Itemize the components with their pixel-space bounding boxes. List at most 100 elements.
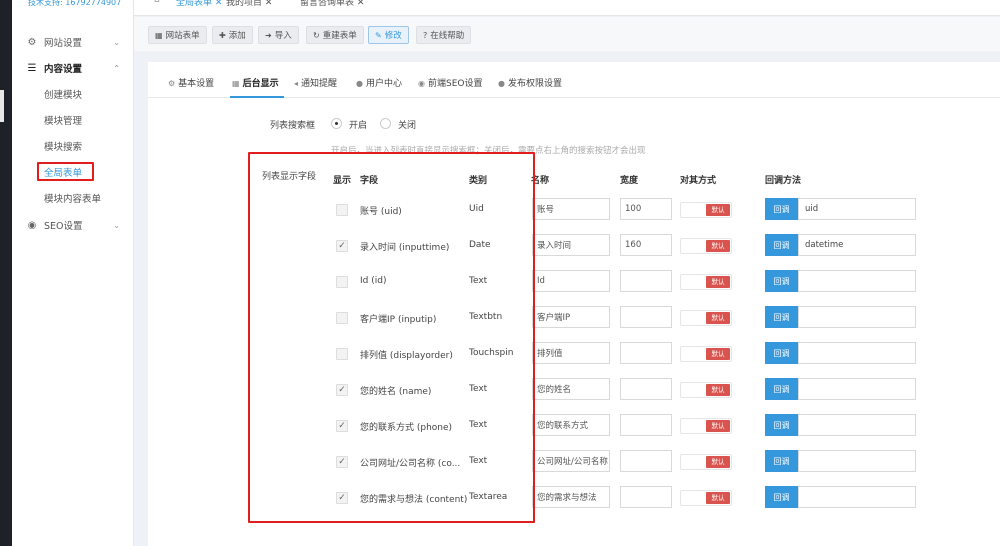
width-input[interactable] bbox=[620, 414, 672, 436]
table-row: 排列值 (displayorder) Touchspin 排列值 默认 回调 bbox=[148, 336, 1000, 372]
align-toggle[interactable]: 默认 bbox=[680, 382, 732, 398]
callback-input[interactable] bbox=[798, 306, 916, 328]
field-type: Textarea bbox=[469, 492, 508, 502]
align-toggle[interactable]: 默认 bbox=[680, 238, 732, 254]
display-name-input[interactable]: 您的姓名 bbox=[532, 378, 610, 400]
width-input[interactable] bbox=[620, 378, 672, 400]
show-checkbox[interactable]: ✓ bbox=[336, 384, 348, 396]
show-checkbox[interactable] bbox=[336, 204, 348, 216]
tab-message-form[interactable]: 留言咨询单表 ✕ bbox=[300, 0, 364, 8]
align-toggle[interactable]: 默认 bbox=[680, 310, 732, 326]
display-name-input[interactable]: Id bbox=[532, 270, 610, 292]
callback-input[interactable] bbox=[798, 378, 916, 400]
align-toggle[interactable]: 默认 bbox=[680, 490, 732, 506]
callback-input[interactable] bbox=[798, 342, 916, 364]
callback-button[interactable]: 回调 bbox=[765, 486, 798, 508]
sidebar-item-module-search[interactable]: 模块搜索 bbox=[44, 139, 82, 153]
tab-frontend-seo[interactable]: ◉ 前端SEO设置 bbox=[418, 76, 482, 89]
rail-marker bbox=[0, 90, 4, 122]
header-show: 显示 bbox=[333, 176, 352, 186]
help-icon: ? bbox=[423, 30, 428, 40]
header-align: 对其方式 bbox=[680, 176, 717, 186]
align-toggle[interactable]: 默认 bbox=[680, 346, 732, 362]
edit-button[interactable]: ✎ 修改 bbox=[368, 26, 409, 44]
align-toggle[interactable]: 默认 bbox=[680, 418, 732, 434]
list-fields-label: 列表显示字段 bbox=[262, 172, 317, 182]
import-button[interactable]: ➜ 导入 bbox=[258, 26, 299, 44]
width-input[interactable] bbox=[620, 450, 672, 472]
width-input[interactable]: 160 bbox=[620, 234, 672, 256]
display-name-input[interactable]: 您的联系方式 bbox=[532, 414, 610, 436]
display-name-input[interactable]: 客户端IP bbox=[532, 306, 610, 328]
field-type: Text bbox=[469, 456, 488, 466]
callback-button[interactable]: 回调 bbox=[765, 414, 798, 436]
tab-notifications[interactable]: ◂ 通知提醒 bbox=[294, 76, 337, 89]
callback-input[interactable] bbox=[798, 486, 916, 508]
tab-publish-permission[interactable]: ● 发布权限设置 bbox=[498, 76, 562, 89]
callback-button[interactable]: 回调 bbox=[765, 306, 798, 328]
field-name: Id (id) bbox=[360, 276, 387, 286]
sidebar-group-seo-settings[interactable]: ◉ SEO设置 ⌄ bbox=[12, 213, 134, 237]
tab-user-center[interactable]: ● 用户中心 bbox=[356, 76, 402, 89]
plus-icon: ✚ bbox=[219, 30, 226, 40]
display-name-input[interactable]: 排列值 bbox=[532, 342, 610, 364]
header-type: 类别 bbox=[469, 176, 488, 186]
tab-basic-settings[interactable]: ⚙ 基本设置 bbox=[168, 76, 214, 89]
show-checkbox[interactable]: ✓ bbox=[336, 492, 348, 504]
online-help-button[interactable]: ? 在线帮助 bbox=[416, 26, 472, 44]
callback-button[interactable]: 回调 bbox=[765, 270, 798, 292]
callback-input[interactable] bbox=[798, 270, 916, 292]
display-name-input[interactable]: 公司网址/公司名称 bbox=[532, 450, 610, 472]
app-rail bbox=[0, 0, 12, 546]
display-name-input[interactable]: 录入时间 bbox=[532, 234, 610, 256]
callback-button[interactable]: 回调 bbox=[765, 198, 798, 220]
rebuild-form-button[interactable]: ↻ 重建表单 bbox=[306, 26, 364, 44]
support-text: 技术支持: 16792774907 bbox=[28, 0, 122, 7]
width-input[interactable] bbox=[620, 486, 672, 508]
show-checkbox[interactable] bbox=[336, 348, 348, 360]
align-toggle[interactable]: 默认 bbox=[680, 274, 732, 290]
default-badge: 默认 bbox=[706, 384, 730, 396]
callback-button[interactable]: 回调 bbox=[765, 450, 798, 472]
width-input[interactable] bbox=[620, 342, 672, 364]
callback-button[interactable]: 回调 bbox=[765, 378, 798, 400]
display-name-input[interactable]: 您的需求与想法 bbox=[532, 486, 610, 508]
width-input[interactable] bbox=[620, 306, 672, 328]
show-checkbox[interactable] bbox=[336, 276, 348, 288]
callback-input[interactable]: datetime bbox=[798, 234, 916, 256]
width-input[interactable]: 100 bbox=[620, 198, 672, 220]
sidebar-item-module-manage[interactable]: 模块管理 bbox=[44, 113, 82, 127]
tab-global-form[interactable]: 全局表单 ✕ bbox=[176, 0, 222, 8]
add-button[interactable]: ✚ 添加 bbox=[212, 26, 253, 44]
show-checkbox[interactable]: ✓ bbox=[336, 456, 348, 468]
align-toggle[interactable]: 默认 bbox=[680, 202, 732, 218]
default-badge: 默认 bbox=[706, 456, 730, 468]
search-box-on-label[interactable]: 开启 bbox=[349, 118, 367, 131]
show-checkbox[interactable] bbox=[336, 312, 348, 324]
callback-input[interactable]: uid bbox=[798, 198, 916, 220]
display-name-input[interactable]: 账号 bbox=[532, 198, 610, 220]
home-icon[interactable]: ⌂ bbox=[154, 0, 160, 5]
show-checkbox[interactable]: ✓ bbox=[336, 240, 348, 252]
search-box-off-radio[interactable] bbox=[380, 118, 391, 129]
tab-backend-display[interactable]: ▦ 后台显示 bbox=[232, 76, 279, 89]
callback-input[interactable] bbox=[798, 414, 916, 436]
callback-button[interactable]: 回调 bbox=[765, 234, 798, 256]
site-form-button[interactable]: ▦ 网站表单 bbox=[148, 26, 207, 44]
show-checkbox[interactable]: ✓ bbox=[336, 420, 348, 432]
sidebar-group-content-settings[interactable]: ☰ 内容设置 ⌃ bbox=[12, 56, 134, 80]
callback-button[interactable]: 回调 bbox=[765, 342, 798, 364]
search-box-off-label[interactable]: 关闭 bbox=[398, 118, 416, 131]
sidebar-group-site-settings[interactable]: ⚙ 网站设置 ⌄ bbox=[12, 30, 134, 54]
user-icon: ● bbox=[356, 79, 363, 88]
sidebar-item-create-module[interactable]: 创建模块 bbox=[44, 87, 82, 101]
width-input[interactable] bbox=[620, 270, 672, 292]
align-toggle[interactable]: 默认 bbox=[680, 454, 732, 470]
sidebar-item-module-content-form[interactable]: 模块内容表单 bbox=[44, 191, 101, 205]
field-name: 公司网址/公司名称 (co... bbox=[360, 459, 461, 469]
default-badge: 默认 bbox=[706, 240, 730, 252]
callback-input[interactable] bbox=[798, 450, 916, 472]
search-box-on-radio[interactable] bbox=[331, 118, 342, 129]
field-type: Touchspin bbox=[469, 348, 514, 358]
tab-my-projects[interactable]: 我的项目 ✕ bbox=[226, 0, 272, 8]
